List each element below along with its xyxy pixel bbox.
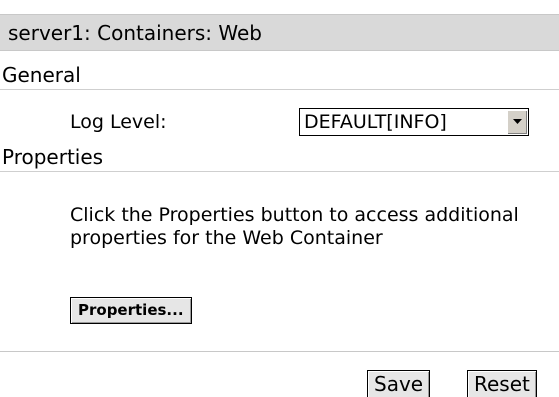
page-title: server1: Containers: Web [8, 21, 262, 45]
log-level-label: Log Level: [70, 111, 167, 133]
reset-button[interactable]: Reset [467, 370, 537, 397]
properties-button[interactable]: Properties... [70, 297, 192, 324]
properties-description: Click the Properties button to access ad… [70, 204, 519, 249]
select-arrow-button[interactable] [507, 110, 527, 134]
section-title-general: General [2, 63, 81, 87]
top-accent [0, 0, 559, 4]
footer-divider [0, 351, 559, 352]
section-header-properties: Properties [0, 144, 559, 172]
log-level-select[interactable]: DEFAULT[INFO] [299, 108, 529, 136]
section-title-properties: Properties [2, 145, 104, 169]
section-header-general: General [0, 62, 559, 90]
log-level-selected-value: DEFAULT[INFO] [304, 111, 447, 133]
chevron-down-icon [513, 119, 522, 124]
settings-page: server1: Containers: Web General Log Lev… [0, 0, 559, 397]
title-bar: server1: Containers: Web [0, 14, 559, 51]
save-button[interactable]: Save [367, 370, 431, 397]
